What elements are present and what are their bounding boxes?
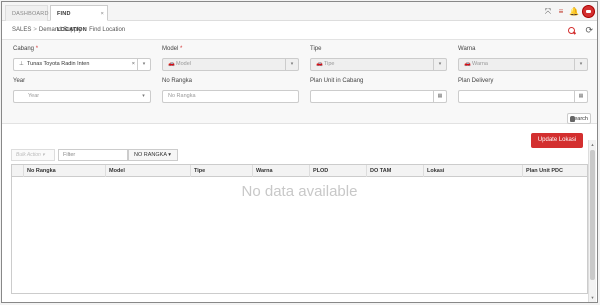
chevron-down-icon[interactable]: ▾ bbox=[137, 91, 150, 102]
no-rangka-label: No Rangka bbox=[162, 78, 193, 84]
expand-icon[interactable]: ⤧ bbox=[543, 7, 553, 17]
tab-dashboard[interactable]: DASHBOARD bbox=[5, 5, 48, 21]
car-icon: 🚗 bbox=[316, 61, 323, 67]
vertical-scrollbar[interactable]: ▲ ▼ bbox=[588, 140, 596, 302]
warna-select[interactable]: 🚗Warna ▾ bbox=[458, 58, 588, 71]
close-icon[interactable]: × bbox=[101, 6, 104, 22]
avatar[interactable] bbox=[582, 5, 595, 18]
breadcrumb-find-location: Find Location bbox=[89, 27, 126, 33]
breadcrumb-demand-supply[interactable]: Demand Supply bbox=[39, 27, 82, 33]
cabang-label: Cabang * bbox=[13, 46, 39, 52]
car-icon: 🚗 bbox=[168, 61, 175, 67]
filter-column-dropdown[interactable]: NO RANGKA ▾ bbox=[128, 149, 178, 161]
scroll-thumb[interactable] bbox=[590, 150, 595, 280]
year-label: Year bbox=[13, 78, 26, 84]
cabang-value: Tunas Toyota Radin Inten bbox=[27, 61, 90, 67]
breadcrumb-bar: SALES > Demand Supply > Find Location ⟳ bbox=[2, 21, 597, 40]
search-button[interactable]: Search bbox=[567, 113, 591, 124]
year-select[interactable]: Year ▾ bbox=[13, 90, 151, 103]
filter-input[interactable]: Filter bbox=[58, 149, 128, 161]
data-table: No Rangka Model Tipe Warna PLOD DO TAM L… bbox=[11, 164, 588, 294]
clear-icon[interactable]: × bbox=[132, 59, 135, 70]
tab-find-location[interactable]: FIND LOCATION × bbox=[50, 5, 108, 33]
column-header[interactable]: No Rangka bbox=[23, 165, 105, 177]
column-header[interactable]: Plan Unit PDC bbox=[522, 165, 588, 177]
cabang-select[interactable]: ⊥ Tunas Toyota Radin Inten × ▾ bbox=[13, 58, 151, 71]
scroll-down-icon[interactable]: ▼ bbox=[590, 295, 595, 300]
model-select[interactable]: 🚗Model ▾ bbox=[162, 58, 299, 71]
search-icon[interactable] bbox=[567, 26, 577, 36]
column-header[interactable]: DO TAM bbox=[366, 165, 423, 177]
plan-delivery-label: Plan Delivery bbox=[458, 78, 494, 84]
database-icon bbox=[570, 116, 575, 122]
tipe-label: Tipe bbox=[310, 46, 322, 52]
car-icon: 🚗 bbox=[464, 61, 471, 67]
column-header[interactable]: Lokasi bbox=[423, 165, 522, 177]
bell-icon[interactable]: 🔔 bbox=[569, 7, 579, 17]
breadcrumb-separator: > bbox=[83, 27, 88, 33]
plan-unit-cabang-label: Plan Unit in Cabang bbox=[310, 78, 364, 84]
calendar-icon[interactable]: ▦ bbox=[433, 91, 446, 102]
chevron-down-icon[interactable]: ▾ bbox=[433, 59, 446, 70]
column-header[interactable]: PLOD bbox=[309, 165, 366, 177]
scroll-up-icon[interactable]: ▲ bbox=[590, 142, 595, 147]
breadcrumb: SALES > Demand Supply > Find Location bbox=[12, 27, 125, 33]
menu-icon[interactable]: ≡ bbox=[556, 7, 566, 17]
breadcrumb-sales[interactable]: SALES bbox=[12, 27, 31, 33]
plan-unit-cabang-date[interactable]: ▦ bbox=[310, 90, 447, 103]
chevron-down-icon[interactable]: ▾ bbox=[285, 59, 298, 70]
tab-bar: DASHBOARD FIND LOCATION × ⤧ ≡ 🔔 bbox=[2, 2, 597, 33]
warna-label: Warna bbox=[458, 46, 476, 52]
chevron-down-icon[interactable]: ▾ bbox=[574, 59, 587, 70]
chevron-down-icon[interactable]: ▾ bbox=[137, 59, 150, 70]
plan-delivery-date[interactable]: ▦ bbox=[458, 90, 588, 103]
no-rangka-input[interactable]: No Rangka bbox=[162, 90, 299, 103]
calendar-icon[interactable]: ▦ bbox=[574, 91, 587, 102]
row-select-header[interactable] bbox=[12, 165, 23, 177]
model-label: Model * bbox=[162, 46, 183, 52]
tipe-select[interactable]: 🚗Tipe ▾ bbox=[310, 58, 447, 71]
table-header: No Rangka Model Tipe Warna PLOD DO TAM L… bbox=[12, 165, 587, 177]
org-icon: ⊥ bbox=[19, 61, 24, 67]
column-header[interactable]: Warna bbox=[252, 165, 309, 177]
column-header[interactable]: Model bbox=[105, 165, 190, 177]
breadcrumb-separator: > bbox=[33, 27, 37, 33]
column-header[interactable]: Tipe bbox=[190, 165, 252, 177]
empty-state: No data available bbox=[241, 183, 358, 200]
app-frame: DASHBOARD FIND LOCATION × ⤧ ≡ 🔔 SALES > De… bbox=[1, 1, 598, 303]
bulk-action-dropdown[interactable]: Bulk Action ▾ bbox=[11, 149, 55, 161]
update-lokasi-button[interactable]: Update Lokasi bbox=[531, 133, 583, 148]
refresh-icon[interactable]: ⟳ bbox=[585, 25, 593, 35]
filter-panel: Cabang * ⊥ Tunas Toyota Radin Inten × ▾ M… bbox=[2, 40, 597, 124]
